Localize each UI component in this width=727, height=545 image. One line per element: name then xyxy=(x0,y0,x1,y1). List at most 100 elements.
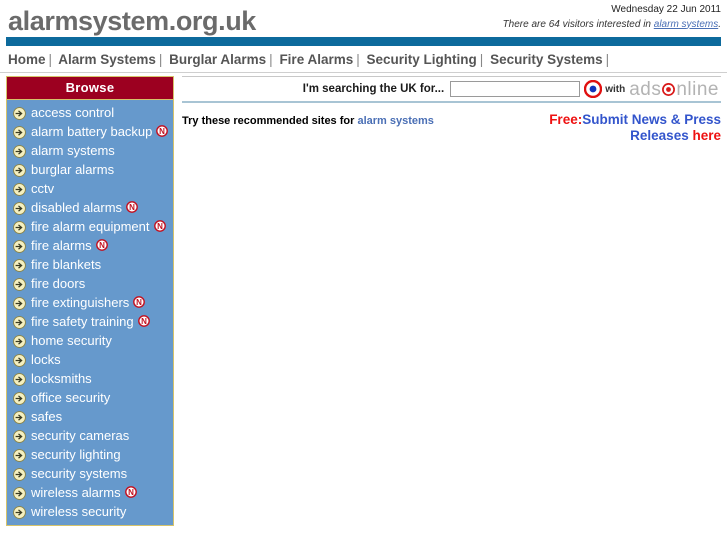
browse-item-label[interactable]: disabled alarms N xyxy=(31,199,138,216)
browse-item-fire-alarm-equipment[interactable]: fire alarm equipment N xyxy=(7,217,173,236)
browse-item-fire-safety-training[interactable]: fire safety training N xyxy=(7,312,173,331)
browse-item-label[interactable]: fire doors xyxy=(31,275,85,292)
browse-item-label[interactable]: fire safety training N xyxy=(31,313,150,330)
browse-sidebar: Browse access control alarm battery backu… xyxy=(6,76,174,526)
browse-item-label[interactable]: security systems xyxy=(31,465,127,482)
browse-item-locksmiths[interactable]: locksmiths xyxy=(7,369,173,388)
search-bar: I'm searching the UK for... with ads nli… xyxy=(182,76,721,103)
browse-item-label[interactable]: fire alarm equipment N xyxy=(31,218,166,235)
browse-item-fire-alarms[interactable]: fire alarms N xyxy=(7,236,173,255)
search-input[interactable] xyxy=(450,81,581,97)
browse-item-label[interactable]: alarm systems xyxy=(31,142,115,159)
browse-item-access-control[interactable]: access control xyxy=(7,103,173,122)
browse-category-list: access control alarm battery backup N alarm… xyxy=(7,100,173,525)
browse-item-alarm-battery-backup[interactable]: alarm battery backup N xyxy=(7,122,173,141)
target-radio-icon[interactable] xyxy=(584,80,603,98)
browse-item-label[interactable]: wireless alarms N xyxy=(31,484,137,501)
browse-item-label[interactable]: locksmiths xyxy=(31,370,92,387)
arrow-right-icon xyxy=(13,506,26,519)
browse-item-fire-extinguishers[interactable]: fire extinguishers N xyxy=(7,293,173,312)
nav-item-fire-alarms[interactable]: Fire Alarms xyxy=(279,52,353,67)
browse-item-label[interactable]: burglar alarms xyxy=(31,161,114,178)
nav-item-home[interactable]: Home xyxy=(8,52,46,67)
new-badge-icon: N xyxy=(133,296,146,308)
arrow-right-icon xyxy=(13,126,26,139)
browse-item-wireless-security[interactable]: wireless security xyxy=(7,502,173,521)
browse-item-label[interactable]: alarm battery backup N xyxy=(31,123,169,140)
browse-item-fire-blankets[interactable]: fire blankets xyxy=(7,255,173,274)
svg-text:N: N xyxy=(99,241,105,250)
arrow-right-icon xyxy=(13,411,26,424)
site-title: alarmsystem.org.uk xyxy=(8,6,256,36)
browse-item-label[interactable]: security cameras xyxy=(31,427,129,444)
browse-item-security-systems[interactable]: security systems xyxy=(7,464,173,483)
nav-separator: | xyxy=(356,52,360,67)
with-label: with xyxy=(605,83,626,95)
browse-item-label[interactable]: fire blankets xyxy=(31,256,101,273)
visitor-count-text: There are 64 visitors interested in alar… xyxy=(503,18,721,32)
new-badge-icon: N xyxy=(126,201,138,213)
arrow-right-icon xyxy=(13,259,26,272)
browse-item-label[interactable]: fire alarms N xyxy=(31,237,108,254)
svg-text:N: N xyxy=(136,298,142,307)
recommended-topic-link[interactable]: alarm systems xyxy=(357,115,433,127)
visitor-count-prefix: There are 64 visitors interested in xyxy=(502,18,654,30)
current-date: Wednesday 22 Jun 2011 xyxy=(611,4,721,15)
new-badge-icon: N xyxy=(124,486,137,498)
browse-item-wireless-alarms[interactable]: wireless alarms N xyxy=(7,483,173,502)
browse-item-disabled-alarms[interactable]: disabled alarms N xyxy=(7,198,173,217)
arrow-right-icon xyxy=(13,468,26,481)
visitor-topic-link[interactable]: alarm systems xyxy=(654,19,718,30)
browse-item-security-cameras[interactable]: security cameras xyxy=(7,426,173,445)
nav-item-security-lighting[interactable]: Security Lighting xyxy=(367,52,477,67)
browse-item-burglar-alarms[interactable]: burglar alarms xyxy=(7,160,173,179)
search-label: I'm searching the UK for... xyxy=(302,83,445,95)
nav-separator: | xyxy=(269,52,273,67)
browse-item-label[interactable]: wireless security xyxy=(31,503,126,520)
promo-line2: Releases xyxy=(630,128,693,143)
browse-item-label[interactable]: office security xyxy=(31,389,110,406)
browse-item-label[interactable]: fire extinguishers N xyxy=(31,294,146,311)
browse-item-fire-doors[interactable]: fire doors xyxy=(7,274,173,293)
browse-item-label[interactable]: access control xyxy=(31,104,114,121)
browse-item-security-lighting[interactable]: security lighting xyxy=(7,445,173,464)
nav-separator: | xyxy=(479,52,484,67)
promo-line1: Submit News & Press xyxy=(582,112,721,127)
adsonline-logo[interactable]: ads nline xyxy=(629,80,719,99)
browse-sidebar-title: Browse xyxy=(7,77,173,100)
nav-separator: | xyxy=(158,52,163,67)
press-release-promo[interactable]: Free:Submit News & Press Releases here xyxy=(549,112,721,144)
press-release-promo-link[interactable]: Free:Submit News & Press Releases here xyxy=(549,112,721,143)
page-header: alarmsystem.org.uk Wednesday 22 Jun 2011… xyxy=(0,0,727,36)
browse-item-cctv[interactable]: cctv xyxy=(7,179,173,198)
nav-separator: | xyxy=(48,52,53,67)
browse-item-office-security[interactable]: office security xyxy=(7,388,173,407)
arrow-right-icon xyxy=(13,449,26,462)
header-meta: Wednesday 22 Jun 2011 There are 64 visit… xyxy=(503,3,721,31)
browse-item-locks[interactable]: locks xyxy=(7,350,173,369)
arrow-right-icon xyxy=(13,430,26,443)
new-badge-icon: N xyxy=(95,239,108,251)
browse-item-label[interactable]: cctv xyxy=(31,180,54,197)
arrow-right-icon xyxy=(13,202,26,215)
browse-item-label[interactable]: locks xyxy=(31,351,61,368)
arrow-right-icon xyxy=(13,221,26,234)
recommended-sites-text: Try these recommended sites for alarm sy… xyxy=(182,112,434,127)
new-badge-icon: N xyxy=(156,125,169,137)
adsonline-logo-part1: ads xyxy=(629,78,662,100)
header-accent-bar xyxy=(6,37,721,46)
browse-item-label[interactable]: home security xyxy=(31,332,112,349)
visitor-count-suffix: . xyxy=(718,18,721,30)
svg-text:N: N xyxy=(160,127,166,136)
nav-item-burglar-alarms[interactable]: Burglar Alarms xyxy=(169,52,266,67)
browse-item-label[interactable]: security lighting xyxy=(31,446,121,463)
browse-item-safes[interactable]: safes xyxy=(7,407,173,426)
nav-item-alarm-systems[interactable]: Alarm Systems xyxy=(58,52,156,67)
browse-item-alarm-systems[interactable]: alarm systems xyxy=(7,141,173,160)
arrow-right-icon xyxy=(13,164,26,177)
nav-separator: | xyxy=(605,52,610,67)
nav-item-security-systems[interactable]: Security Systems xyxy=(490,52,603,67)
browse-item-home-security[interactable]: home security xyxy=(7,331,173,350)
browse-item-label[interactable]: safes xyxy=(31,408,62,425)
page-body: Browse access control alarm battery backu… xyxy=(0,73,727,526)
